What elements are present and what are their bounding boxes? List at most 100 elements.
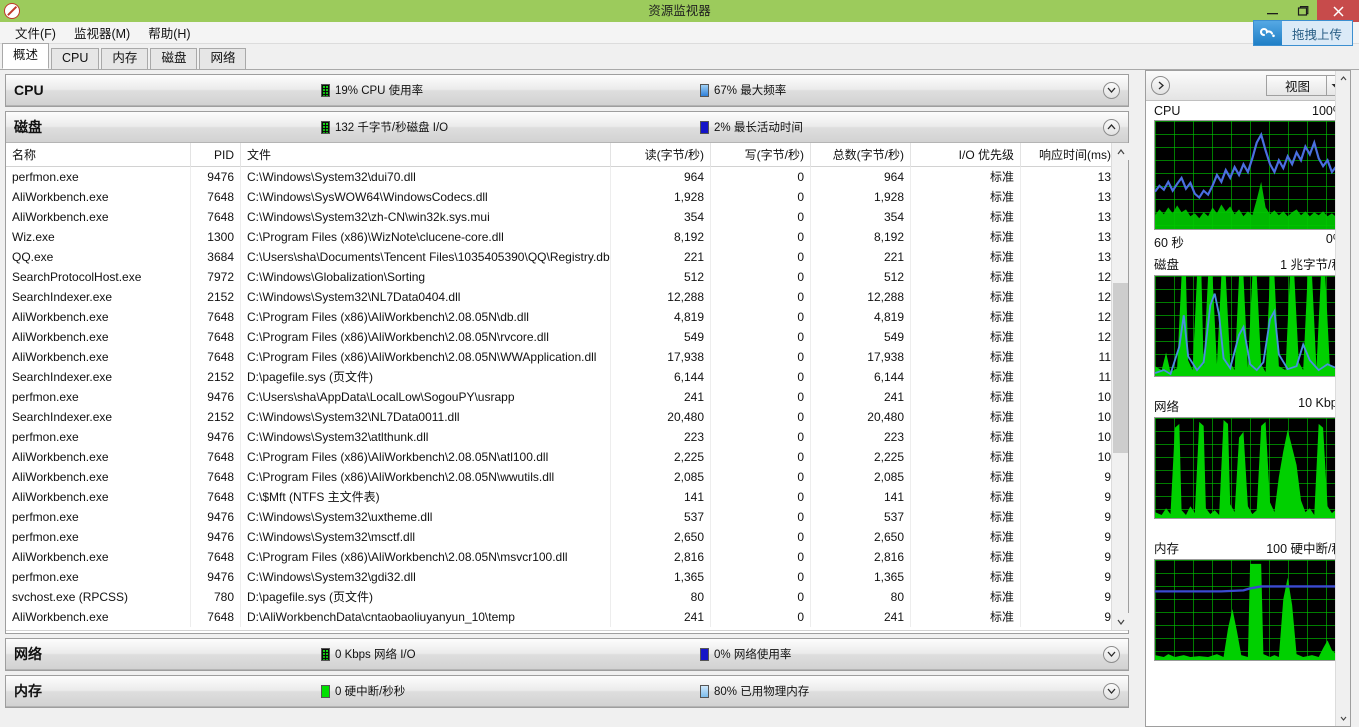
menu-item-file[interactable]: 文件(F) — [6, 21, 65, 44]
cell-name: AliWorkbench.exe — [6, 547, 191, 567]
disk-process-table: 名称 PID 文件 读(字节/秒) 写(字节/秒) 总数(字节/秒) I/O 优… — [6, 142, 1129, 633]
table-row[interactable]: SearchIndexer.exe 2152 C:\Windows\System32… — [6, 407, 1128, 427]
section-network-chevron-down-icon[interactable] — [1103, 645, 1120, 663]
table-row[interactable]: AliWorkbench.exe 7648 C:\$Mft (NTFS 主文件表) 1… — [6, 487, 1128, 507]
menu-item-monitor[interactable]: 监视器(M) — [65, 21, 139, 44]
cell-pid: 9476 — [191, 427, 241, 447]
table-vertical-scrollbar[interactable] — [1111, 143, 1129, 630]
section-memory-stat-faults-label: 0 硬中断/秒秒 — [335, 686, 406, 698]
table-row[interactable]: perfmon.exe 9476 C:\Users\sha\AppData\Loca… — [6, 387, 1128, 407]
side-panel-chevron-right-icon[interactable] — [1151, 76, 1170, 95]
minimize-button[interactable] — [1257, 0, 1287, 22]
table-row[interactable]: AliWorkbench.exe 7648 C:\Program Files (x8… — [6, 307, 1128, 327]
scrollbar-thumb[interactable] — [1113, 283, 1128, 453]
cell-resp: 10 — [1021, 447, 1118, 467]
cell-file: C:\Program Files (x86)\AliWorkbench\2.08… — [241, 447, 611, 467]
table-row[interactable]: perfmon.exe 9476 C:\Windows\System32\uxthe… — [6, 507, 1128, 527]
cell-write: 0 — [711, 527, 811, 547]
table-row[interactable]: SearchIndexer.exe 2152 D:\pagefile.sys (页文… — [6, 367, 1128, 387]
cell-resp: 9 — [1021, 467, 1118, 487]
menu-item-help[interactable]: 帮助(H) — [139, 21, 199, 44]
col-header-response-time[interactable]: 响应时间(ms) — [1021, 142, 1118, 167]
section-cpu-chevron-down-icon[interactable] — [1103, 81, 1120, 99]
section-disk-header[interactable]: 磁盘 132 千字节/秒磁盘 I/O 2% 最长活动时间 — [6, 112, 1128, 143]
section-memory-stat-faults: 0 硬中断/秒秒 — [321, 683, 405, 699]
tab-network[interactable]: 网络 — [199, 48, 247, 69]
side-graph-memory-plot — [1154, 559, 1344, 661]
table-row[interactable]: AliWorkbench.exe 7648 C:\Program Files (x8… — [6, 447, 1128, 467]
section-memory-title: 内存 — [14, 683, 42, 699]
table-row[interactable]: perfmon.exe 9476 C:\Windows\System32\atlth… — [6, 427, 1128, 447]
cell-write: 0 — [711, 227, 811, 247]
network-io-swatch-icon — [321, 647, 330, 661]
col-header-file[interactable]: 文件 — [241, 142, 611, 167]
cell-read: 241 — [611, 607, 711, 627]
tab-cpu[interactable]: CPU — [51, 48, 100, 69]
cell-prio: 标准 — [911, 287, 1021, 307]
col-header-write[interactable]: 写(字节/秒) — [711, 142, 811, 167]
section-network-header[interactable]: 网络 0 Kbps 网络 I/O 0% 网络使用率 — [6, 639, 1128, 670]
cell-total: 354 — [811, 207, 911, 227]
table-row[interactable]: AliWorkbench.exe 7648 C:\Program Files (x8… — [6, 467, 1128, 487]
tab-disk[interactable]: 磁盘 — [150, 48, 198, 69]
close-button[interactable] — [1317, 0, 1359, 22]
cell-read: 12,288 — [611, 287, 711, 307]
cell-total: 8,192 — [811, 227, 911, 247]
cell-resp: 11 — [1021, 347, 1118, 367]
cell-file: C:\Windows\System32\dui70.dll — [241, 167, 611, 187]
table-row[interactable]: perfmon.exe 9476 C:\Windows\System32\gdi32… — [6, 567, 1128, 587]
table-row[interactable]: AliWorkbench.exe 7648 C:\Program Files (x8… — [6, 347, 1128, 367]
table-row[interactable]: AliWorkbench.exe 7648 C:\Windows\System32\… — [6, 207, 1128, 227]
drag-drop-upload-widget[interactable]: 拖拽上传 — [1252, 20, 1353, 46]
tab-memory[interactable]: 内存 — [101, 48, 149, 69]
scroll-down-arrow-icon[interactable] — [1112, 613, 1129, 630]
view-dropdown-button[interactable]: 视图 — [1265, 75, 1345, 96]
maximize-button[interactable] — [1287, 0, 1317, 22]
side-scroll-up-arrow-icon[interactable] — [1336, 71, 1351, 86]
side-scroll-down-arrow-icon[interactable] — [1336, 711, 1351, 726]
side-panel-scrollbar[interactable] — [1335, 71, 1350, 726]
table-row[interactable]: svchost.exe (RPCSS) 780 D:\pagefile.sys (页… — [6, 587, 1128, 607]
cell-total: 2,085 — [811, 467, 911, 487]
cell-pid: 2152 — [191, 407, 241, 427]
cell-prio: 标准 — [911, 507, 1021, 527]
table-row[interactable]: AliWorkbench.exe 7648 C:\Windows\SysWOW64\… — [6, 187, 1128, 207]
table-row[interactable]: Wiz.exe 1300 C:\Program Files (x86)\WizNot… — [6, 227, 1128, 247]
section-disk-chevron-up-icon[interactable] — [1103, 118, 1120, 136]
cell-name: SearchIndexer.exe — [6, 367, 191, 387]
cell-resp: 12 — [1021, 267, 1118, 287]
section-disk-title: 磁盘 — [14, 119, 42, 135]
cell-resp: 9 — [1021, 487, 1118, 507]
cell-write: 0 — [711, 387, 811, 407]
cell-prio: 标准 — [911, 447, 1021, 467]
table-row[interactable]: perfmon.exe 9476 C:\Windows\System32\dui70… — [6, 167, 1128, 187]
cell-prio: 标准 — [911, 547, 1021, 567]
table-row[interactable]: AliWorkbench.exe 7648 C:\Program Files (x8… — [6, 327, 1128, 347]
table-row[interactable]: SearchProtocolHost.exe 7972 C:\Windows\Glo… — [6, 267, 1128, 287]
cell-write: 0 — [711, 607, 811, 627]
section-cpu-header[interactable]: CPU 19% CPU 使用率 67% 最大频率 — [6, 75, 1128, 106]
section-network: 网络 0 Kbps 网络 I/O 0% 网络使用率 — [5, 638, 1129, 671]
table-row[interactable]: SearchIndexer.exe 2152 C:\Windows\System32… — [6, 287, 1128, 307]
col-header-name[interactable]: 名称 — [6, 142, 191, 167]
col-header-read[interactable]: 读(字节/秒) — [611, 142, 711, 167]
table-row[interactable]: perfmon.exe 9476 C:\Windows\System32\msctf… — [6, 527, 1128, 547]
disk-io-swatch-icon — [321, 120, 330, 134]
section-memory-header[interactable]: 内存 0 硬中断/秒秒 80% 已用物理内存 — [6, 676, 1128, 707]
cell-resp: 10 — [1021, 387, 1118, 407]
section-network-stat-io: 0 Kbps 网络 I/O — [321, 646, 416, 662]
col-header-pid[interactable]: PID — [191, 142, 241, 167]
tab-overview[interactable]: 概述 — [2, 43, 50, 69]
table-row[interactable]: QQ.exe 3684 C:\Users\sha\Documents\Tencent… — [6, 247, 1128, 267]
col-header-total[interactable]: 总数(字节/秒) — [811, 142, 911, 167]
cell-read: 4,819 — [611, 307, 711, 327]
col-header-io-priority[interactable]: I/O 优先级 — [911, 142, 1021, 167]
cell-pid: 9476 — [191, 567, 241, 587]
window-title: 资源监视器 — [648, 4, 711, 18]
table-row[interactable]: AliWorkbench.exe 7648 D:\AliWorkbenchData\… — [6, 607, 1128, 627]
cell-prio: 标准 — [911, 567, 1021, 587]
cell-total: 2,225 — [811, 447, 911, 467]
section-memory-chevron-down-icon[interactable] — [1103, 682, 1120, 700]
table-row[interactable]: AliWorkbench.exe 7648 C:\Program Files (x8… — [6, 547, 1128, 567]
scroll-up-arrow-icon[interactable] — [1112, 143, 1129, 160]
